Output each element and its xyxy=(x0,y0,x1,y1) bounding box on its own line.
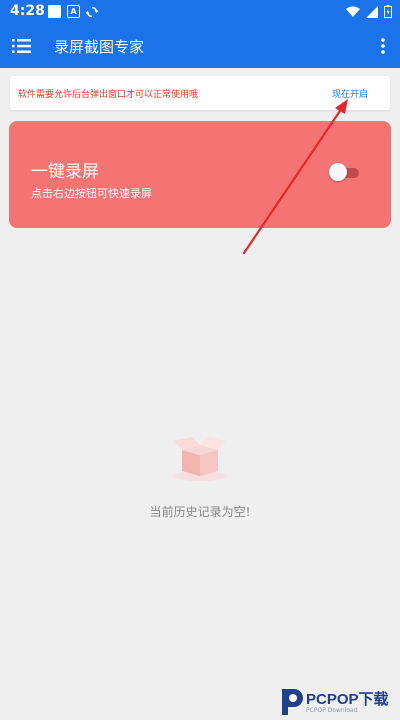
app-bar: 录屏截图专家 xyxy=(0,24,400,68)
watermark: PCPOP下载 PCPOP Download xyxy=(276,683,400,720)
enable-now-link[interactable]: 现在开启 xyxy=(332,87,368,100)
status-left-icons: A xyxy=(48,5,98,18)
watermark-text: PCPOP下载 xyxy=(306,691,389,708)
sync-icon xyxy=(86,6,98,17)
more-vertical-icon[interactable] xyxy=(378,36,388,56)
app-title: 录屏截图专家 xyxy=(54,38,145,56)
pcpop-logo-icon xyxy=(282,689,303,715)
one-click-record-card[interactable]: 一键录屏 点击右边按钮可快速录屏 xyxy=(9,121,391,228)
status-time: 4:28 xyxy=(10,3,45,19)
permission-notice: 软件需要允许后台弹出窗口才可以正常使用哦 现在开启 xyxy=(10,76,390,110)
empty-history-text: 当前历史记录为空! xyxy=(149,505,251,519)
toggle-thumb xyxy=(329,163,347,181)
empty-box-icon xyxy=(174,437,226,481)
record-card-title: 一键录屏 xyxy=(31,162,99,182)
record-toggle[interactable] xyxy=(329,163,359,181)
record-card-subtitle: 点击右边按钮可快速录屏 xyxy=(31,187,152,200)
a-badge-icon: A xyxy=(67,5,80,18)
battery-icon xyxy=(384,5,392,18)
square-icon xyxy=(48,5,61,18)
wifi-icon xyxy=(346,6,360,17)
status-bar: 4:28 A xyxy=(0,0,400,24)
status-right-icons xyxy=(346,5,392,18)
watermark-sub: PCPOP Download xyxy=(306,707,358,714)
menu-icon[interactable] xyxy=(12,36,32,56)
notice-text: 软件需要允许后台弹出窗口才可以正常使用哦 xyxy=(18,90,199,100)
signal-icon xyxy=(366,5,378,18)
